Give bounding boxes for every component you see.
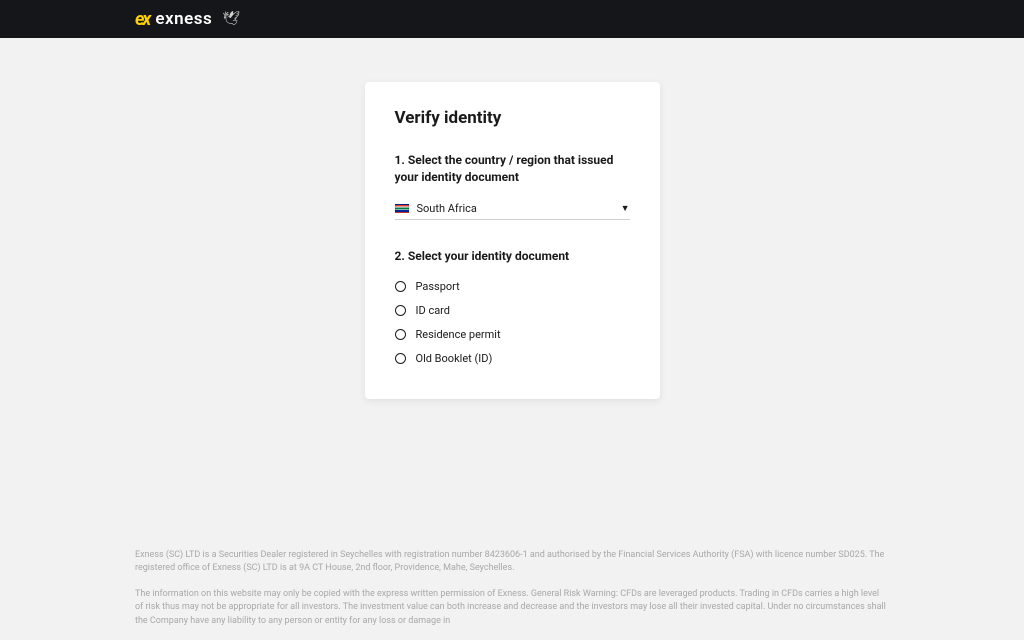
- radio-residence-permit[interactable]: Residence permit: [395, 328, 630, 341]
- brand-logo[interactable]: ex exness 🕊: [135, 9, 240, 30]
- radio-old-booklet[interactable]: Old Booklet (ID): [395, 352, 630, 365]
- country-select[interactable]: South Africa ▼: [395, 202, 630, 220]
- card-title: Verify identity: [395, 108, 630, 128]
- country-name: South Africa: [417, 202, 477, 215]
- flag-south-africa-icon: [395, 204, 409, 213]
- radio-icon: [395, 353, 406, 364]
- country-selected-display: South Africa: [395, 202, 477, 215]
- dove-icon: 🕊: [222, 11, 240, 27]
- footer-paragraph-2: The information on this website may only…: [135, 588, 889, 629]
- footer-paragraph-1: Exness (SC) LTD is a Securities Dealer r…: [135, 549, 889, 576]
- radio-label: Residence permit: [416, 328, 501, 341]
- step1-label: 1. Select the country / region that issu…: [395, 152, 630, 186]
- radio-label: Old Booklet (ID): [416, 352, 493, 365]
- footer-disclaimer: Exness (SC) LTD is a Securities Dealer r…: [135, 549, 889, 640]
- document-radio-group: Passport ID card Residence permit Old Bo…: [395, 280, 630, 365]
- logo-mark-icon: ex: [135, 9, 149, 30]
- step2-label: 2. Select your identity document: [395, 248, 630, 265]
- radio-label: ID card: [416, 304, 451, 317]
- radio-passport[interactable]: Passport: [395, 280, 630, 293]
- app-header: ex exness 🕊: [0, 0, 1024, 38]
- radio-icon: [395, 281, 406, 292]
- radio-icon: [395, 305, 406, 316]
- radio-icon: [395, 329, 406, 340]
- radio-label: Passport: [416, 280, 460, 293]
- brand-name: exness: [155, 9, 212, 29]
- radio-id-card[interactable]: ID card: [395, 304, 630, 317]
- main-content: Verify identity 1. Select the country / …: [0, 38, 1024, 399]
- chevron-down-icon: ▼: [621, 203, 630, 214]
- verify-identity-card: Verify identity 1. Select the country / …: [365, 82, 660, 399]
